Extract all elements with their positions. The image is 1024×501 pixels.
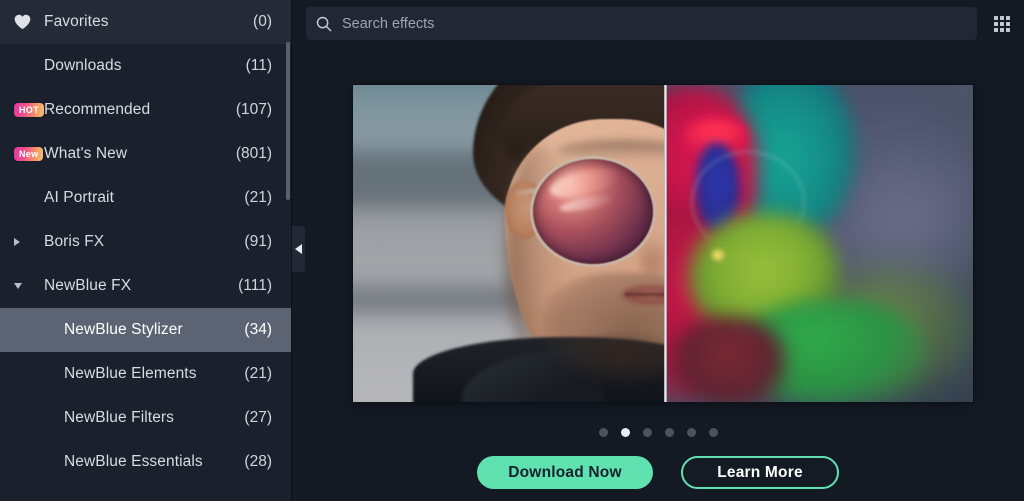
sidebar-item-count: (28) xyxy=(244,453,272,470)
sidebar-item-count: (111) xyxy=(238,277,272,294)
sidebar-item-recommended[interactable]: HOT Recommended (107) xyxy=(0,88,292,132)
carousel-dot[interactable] xyxy=(708,428,718,437)
sidebar-item-label: AI Portrait xyxy=(44,189,115,206)
carousel-dots xyxy=(292,428,1024,437)
effects-main-panel: Download Now Learn More xyxy=(292,0,1024,501)
sidebar-item-label: NewBlue FX xyxy=(44,277,132,294)
search-toolbar xyxy=(292,0,1024,47)
collapse-panel-handle[interactable] xyxy=(292,226,305,272)
sidebar-item-label: Recommended xyxy=(44,101,151,118)
sidebar-item-count: (107) xyxy=(235,101,272,118)
new-badge-label: New xyxy=(14,147,44,161)
learn-more-button[interactable]: Learn More xyxy=(681,456,839,489)
carousel-dot[interactable] xyxy=(686,428,696,437)
heart-icon xyxy=(14,14,44,30)
grid-view-icon[interactable] xyxy=(990,12,1014,36)
sidebar-item-label: Favorites xyxy=(44,13,109,30)
sidebar-item-count: (34) xyxy=(244,321,272,338)
carousel-dot[interactable] xyxy=(664,428,674,437)
sidebar-item-count: (27) xyxy=(244,409,272,426)
sidebar-item-favorites[interactable]: Favorites (0) xyxy=(0,0,292,44)
cta-row: Download Now Learn More xyxy=(292,456,1024,489)
preview-before-half xyxy=(353,85,664,402)
sidebar-scrollbar-thumb[interactable] xyxy=(286,42,290,200)
sidebar-item-count: (0) xyxy=(253,13,272,30)
preview-split-divider[interactable] xyxy=(664,85,667,402)
sidebar-item-ai-portrait[interactable]: AI Portrait (21) xyxy=(0,176,292,220)
sidebar-item-count: (21) xyxy=(244,365,272,382)
sidebar-item-downloads[interactable]: Downloads (11) xyxy=(0,44,292,88)
search-input[interactable] xyxy=(342,15,967,32)
sidebar-item-label: NewBlue Stylizer xyxy=(64,321,183,338)
chevron-left-icon xyxy=(295,244,302,254)
sidebar-item-count: (91) xyxy=(244,233,272,250)
effects-category-sidebar: Favorites (0) Downloads (11) HOT Recomme… xyxy=(0,0,292,501)
new-badge-icon: New xyxy=(14,147,44,161)
sidebar-item-newblue-essentials[interactable]: NewBlue Essentials (28) xyxy=(0,440,292,484)
sidebar-item-boris-fx[interactable]: Boris FX (91) xyxy=(0,220,292,264)
sidebar-item-newblue-elements[interactable]: NewBlue Elements (21) xyxy=(0,352,292,396)
sidebar-item-label: Downloads xyxy=(44,57,122,74)
search-icon xyxy=(316,16,332,32)
sidebar-item-count: (11) xyxy=(245,57,272,74)
effects-panel: Favorites (0) Downloads (11) HOT Recomme… xyxy=(0,0,1024,501)
search-field-container[interactable] xyxy=(306,7,977,40)
preview-after-half xyxy=(667,85,973,402)
carousel-dot[interactable] xyxy=(642,428,652,437)
sidebar-item-label: Boris FX xyxy=(44,233,105,250)
carousel-dot[interactable] xyxy=(598,428,608,437)
sidebar-scrollbar[interactable] xyxy=(286,0,290,501)
chevron-down-icon[interactable] xyxy=(14,283,44,289)
carousel-dot-active[interactable] xyxy=(620,428,630,437)
download-now-button[interactable]: Download Now xyxy=(477,456,653,489)
sidebar-item-whats-new[interactable]: New What's New (801) xyxy=(0,132,292,176)
sidebar-item-label: NewBlue Elements xyxy=(64,365,197,382)
sidebar-item-label: NewBlue Essentials xyxy=(64,453,203,470)
sidebar-item-newblue-stylizer[interactable]: NewBlue Stylizer (34) xyxy=(0,308,292,352)
hot-badge-icon: HOT xyxy=(14,103,44,117)
sidebar-item-count: (801) xyxy=(235,145,272,162)
sidebar-item-count: (21) xyxy=(244,189,272,206)
category-list: Favorites (0) Downloads (11) HOT Recomme… xyxy=(0,0,292,484)
sidebar-item-newblue-fx[interactable]: NewBlue FX (111) xyxy=(0,264,292,308)
effect-preview-image[interactable] xyxy=(353,85,973,402)
sidebar-item-label: What's New xyxy=(44,145,128,162)
chevron-right-icon[interactable] xyxy=(14,238,44,246)
sidebar-item-newblue-filters[interactable]: NewBlue Filters (27) xyxy=(0,396,292,440)
sidebar-item-label: NewBlue Filters xyxy=(64,409,175,426)
hot-badge-label: HOT xyxy=(14,103,44,117)
